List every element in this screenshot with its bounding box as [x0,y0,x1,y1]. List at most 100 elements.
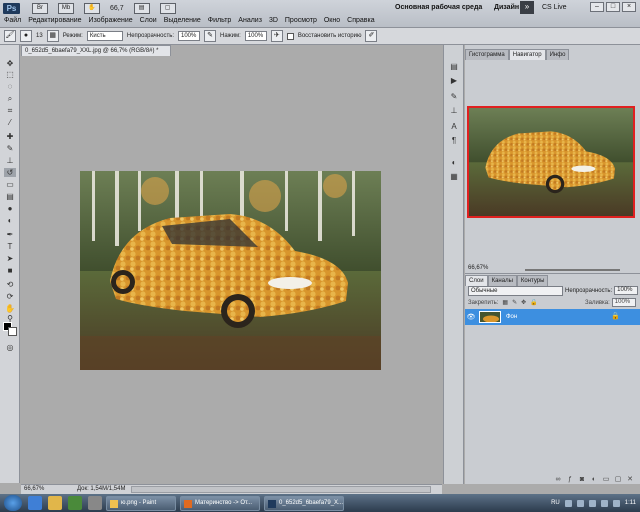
blur-icon[interactable]: ● [4,204,16,213]
tab-paths[interactable]: Контуры [516,275,549,286]
status-zoom[interactable]: 66,67% [24,485,44,494]
lock-all-icon[interactable]: 🔒 [530,298,537,308]
lock-position-icon[interactable]: ✥ [521,298,526,308]
menu-layers[interactable]: Слои [140,17,157,24]
menu-window[interactable]: Окно [324,17,340,24]
ie-icon[interactable] [28,496,42,510]
visibility-eye-icon[interactable]: 👁 [465,313,477,321]
menu-edit[interactable]: Редактирование [28,17,81,24]
navigator-zoom[interactable]: 66,67% [468,265,488,271]
hand-icon[interactable]: ✋ [4,304,16,313]
opacity-input[interactable]: 100% [178,31,200,41]
explorer-icon[interactable] [48,496,62,510]
menu-help[interactable]: Справка [347,17,374,24]
layer-style-icon[interactable]: ƒ [566,476,574,484]
layer-row[interactable]: 👁 Фон 🔒 [465,309,640,325]
layer-mask-icon[interactable]: ◙ [578,476,586,484]
brush-icon[interactable]: ✎ [4,144,16,153]
fill-input[interactable]: 100% [611,298,636,307]
zoom-level[interactable]: 66,7 [110,5,124,12]
character-panel-icon[interactable]: A [449,121,459,131]
move-icon[interactable]: ✥ [4,59,16,68]
language-indicator[interactable]: RU [551,500,560,506]
menu-3d[interactable]: 3D [269,17,278,24]
layer-opacity-input[interactable]: 100% [614,286,639,295]
cs-live-button[interactable]: CS Live [542,4,567,11]
menu-analysis[interactable]: Анализ [238,17,262,24]
canvas-image[interactable] [80,171,381,370]
swatches-panel-icon[interactable]: ▦ [449,171,459,181]
tab-info[interactable]: Инфо [545,49,570,60]
hand-tool-icon[interactable]: ✋ [84,3,100,14]
crop-icon[interactable]: ⌗ [4,106,16,115]
path-select-icon[interactable]: ➤ [4,254,16,263]
tab-layers[interactable]: Слои [465,275,488,286]
screen-mode-icon[interactable]: ▢ [159,3,176,14]
history-panel-icon[interactable]: ▤ [449,61,459,71]
type-icon[interactable]: T [4,242,16,251]
quick-select-icon[interactable]: ⌕ [4,94,16,103]
color-panel-icon[interactable]: ◐ [449,157,459,167]
layer-name[interactable]: Фон [506,314,517,320]
brush-panel-icon[interactable]: ✎ [449,91,459,101]
media-icon[interactable] [68,496,82,510]
arrange-docs-icon[interactable]: ▤ [133,3,150,14]
minimize-button[interactable]: – [590,2,604,12]
menu-select[interactable]: Выделение [164,17,201,24]
tab-channels[interactable]: Каналы [487,275,517,286]
dodge-icon[interactable]: ◐ [4,216,16,225]
lock-image-icon[interactable]: ✎ [512,298,517,308]
brush-preset-picker[interactable]: ● [20,30,32,42]
pressure-input[interactable]: 100% [244,31,267,41]
menu-file[interactable]: Файл [4,17,21,24]
volume-icon[interactable] [600,499,608,507]
blend-mode-select[interactable]: Обычные [468,286,563,296]
lock-transparent-icon[interactable]: ▦ [502,298,508,308]
clone-stamp-icon[interactable]: ⊥ [4,156,16,165]
pressure-size-icon[interactable]: ✐ [365,30,378,42]
eyedropper-icon[interactable]: ⁄ [4,118,16,127]
restore-history-checkbox[interactable] [286,32,294,40]
start-button[interactable] [4,495,22,511]
document-tab[interactable]: 0_652d5_6baefa79_XXL.jpg @ 66,7% (RGB/8#… [21,45,171,56]
bridge-icon[interactable]: Br [32,3,48,14]
taskbar-firefox[interactable]: Материнство -> От... [180,495,260,511]
airbrush-icon[interactable]: ✈ [270,30,283,42]
close-button[interactable]: × [622,2,636,12]
eraser-icon[interactable]: ▭ [4,180,16,189]
tool-preset-icon[interactable]: 🖌 [4,30,16,42]
tablet-pressure-icon[interactable]: ✎ [204,30,216,42]
new-group-icon[interactable]: ▭ [602,476,610,484]
flag-icon[interactable] [612,499,620,507]
spot-heal-icon[interactable]: ✚ [4,132,16,141]
clock[interactable]: 1:11 [625,500,636,506]
adjustment-layer-icon[interactable]: ◐ [590,476,598,484]
menu-view[interactable]: Просмотр [285,17,317,24]
more-workspaces-button[interactable]: » [520,1,534,14]
shape-icon[interactable]: ■ [4,266,16,275]
tray-icon-2[interactable] [576,499,584,507]
network-icon[interactable] [588,499,596,507]
lasso-icon[interactable]: ◌ [4,82,16,91]
gradient-icon[interactable]: ▤ [4,192,16,201]
horizontal-scrollbar[interactable] [131,486,431,493]
navigator-zoom-slider[interactable] [525,269,620,271]
taskbar-photoshop[interactable]: 0_652d5_6baefa79_X... [264,495,344,511]
maximize-button[interactable]: □ [606,2,620,12]
brush-panel-icon[interactable]: ▦ [46,30,59,42]
document-canvas-area[interactable] [21,56,442,484]
tab-navigator[interactable]: Навигатор [508,49,546,60]
new-layer-icon[interactable]: ▢ [614,476,622,484]
minibridge-icon[interactable]: Mb [58,3,74,14]
menu-image[interactable]: Изображение [89,17,133,24]
workspace-design[interactable]: Дизайн [494,4,519,11]
link-layers-icon[interactable]: ∞ [554,476,562,484]
pen-icon[interactable]: ✒ [4,230,16,239]
history-brush-icon[interactable]: ↺ [4,168,16,177]
quick-mask-icon[interactable]: ◎ [4,343,16,352]
delete-layer-icon[interactable]: ✕ [626,476,634,484]
mode-select[interactable]: Кисть [86,31,123,41]
app-icon[interactable] [88,496,102,510]
workspace-switcher[interactable]: Основная рабочая среда [395,4,482,11]
3d-orbit-icon[interactable]: ⟳ [4,292,16,301]
